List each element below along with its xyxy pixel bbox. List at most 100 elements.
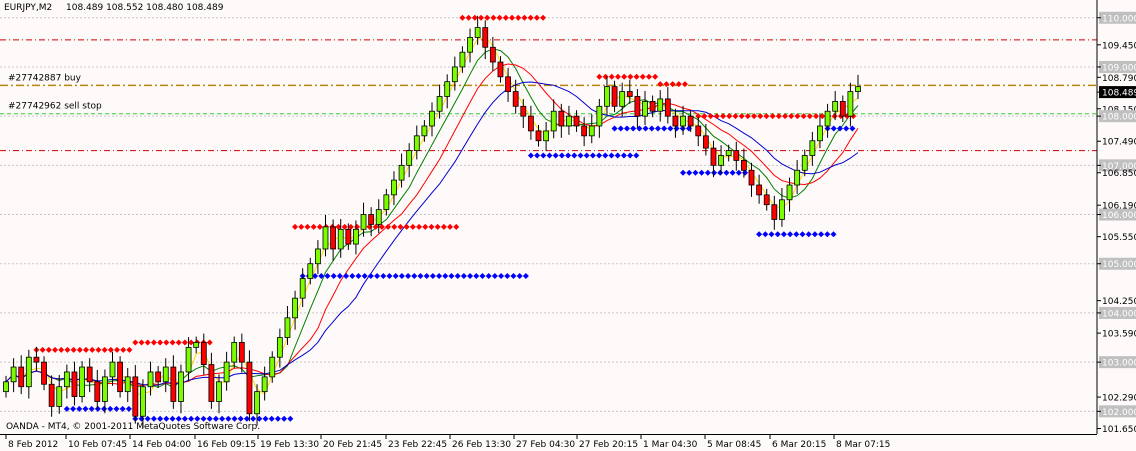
chart-window[interactable]: #27742887 buy #27742962 sell stop 110.000… (0, 0, 1136, 451)
candle-body (855, 86, 861, 92)
candle-body (512, 91, 519, 107)
candle-body (809, 140, 816, 156)
candle-body (185, 346, 192, 373)
candle-body (634, 96, 641, 117)
candle-body (642, 100, 648, 117)
candle-body (330, 226, 337, 250)
candle-body (451, 66, 458, 83)
candle-body (269, 356, 276, 378)
price-tick-label: 103.590 (1102, 330, 1136, 340)
candle-body (337, 228, 344, 250)
price-tick-label: 106.850 (1102, 169, 1136, 179)
candle-body (596, 105, 603, 127)
candle-body (63, 371, 70, 388)
candle-body (672, 115, 679, 127)
candle-body (771, 204, 778, 220)
candle-body (756, 184, 763, 196)
candle-body (94, 381, 101, 402)
candle-body (246, 361, 253, 415)
time-tick-label: 10 Feb 07:45 (68, 440, 127, 450)
candle-body (124, 376, 131, 393)
candle (117, 356, 124, 398)
candle-body (817, 125, 823, 142)
candle-body (459, 51, 466, 68)
price-axis: 110.000109.450109.000108.790108.489108.1… (1097, 11, 1136, 435)
candle-body (360, 214, 367, 230)
candle-body (314, 248, 321, 265)
candle-body (436, 96, 443, 112)
candle-body (18, 366, 25, 388)
time-axis: 8 Feb 2012 10 Feb 07:45 14 Feb 04:00 16 Feb… (5, 434, 890, 450)
candle-body (231, 342, 238, 363)
time-tick-label: 8 Mar 07:15 (836, 440, 890, 450)
candle-body (505, 76, 511, 92)
price-tick-label: 105.000 (1102, 260, 1136, 270)
price-tick-label: 108.000 (1102, 113, 1136, 123)
candle-body (33, 356, 40, 363)
candle-body (261, 376, 268, 393)
candle-body (710, 147, 717, 166)
candle-body (847, 91, 854, 117)
candle-body (535, 130, 542, 142)
candle-body (649, 100, 656, 112)
time-tick-label: 16 Feb 09:15 (197, 440, 256, 450)
candle-body (832, 100, 839, 112)
candle-body (581, 125, 588, 137)
candle-body (839, 100, 846, 117)
price-tick-label: 104.000 (1102, 309, 1136, 319)
candle-body (527, 115, 534, 132)
candle-body (276, 337, 283, 358)
candle-body (79, 366, 85, 397)
candle-body (132, 376, 139, 417)
candle-body (307, 263, 314, 279)
candle-body (162, 366, 169, 383)
candle-body (178, 371, 184, 402)
candle-body (155, 371, 162, 383)
candle-body (588, 125, 595, 137)
candle-body (406, 150, 413, 166)
time-tick-label: 20 Feb 21:45 (323, 440, 382, 450)
candle-body (429, 110, 435, 127)
price-tick-label: 106.000 (1102, 211, 1136, 221)
price-tick-label: 104.250 (1102, 297, 1136, 307)
time-tick-label: 26 Feb 13:30 (452, 440, 511, 450)
candle-body (238, 342, 245, 363)
candle-body (763, 194, 770, 206)
candle-body (284, 317, 291, 338)
candle-body (824, 110, 831, 127)
candle-body (702, 135, 709, 149)
candle-body (794, 169, 801, 186)
candle-body (444, 81, 451, 97)
candle-body (109, 361, 116, 378)
time-tick-label: 14 Feb 04:00 (132, 440, 191, 450)
candle-body (619, 91, 626, 107)
candle-body (695, 125, 702, 137)
candle-body (543, 130, 550, 142)
candle-body (56, 386, 63, 407)
candle-body (786, 184, 793, 201)
candle-body (566, 115, 572, 127)
price-tick-label: 105.550 (1102, 233, 1136, 243)
price-chart[interactable]: #27742887 buy #27742962 sell stop 110.000… (0, 0, 1136, 451)
candle-body (71, 371, 78, 397)
order-label: #27742887 buy (8, 73, 82, 83)
copyright-label: OANDA - MT4, © 2001-2011 MetaQuotes Soft… (6, 422, 260, 432)
candle-body (413, 135, 420, 151)
candle-body (748, 169, 755, 186)
candle-body (101, 376, 108, 402)
candle-body (725, 150, 732, 156)
price-tick-label: 102.290 (1102, 394, 1136, 404)
candle-body (489, 46, 496, 63)
price-tick-label: 103.000 (1102, 359, 1136, 369)
candle-body (664, 98, 671, 117)
candle (79, 361, 85, 403)
candle-body (558, 110, 565, 127)
candle-body (604, 86, 610, 107)
candle-body (10, 366, 17, 383)
candle-body (353, 228, 359, 245)
time-tick-label: 27 Feb 20:15 (579, 440, 638, 450)
order-label: #27742962 sell stop (8, 102, 102, 112)
candle-body (520, 105, 527, 117)
candle-body (25, 356, 32, 388)
time-tick-label: 6 Mar 20:15 (772, 440, 826, 450)
